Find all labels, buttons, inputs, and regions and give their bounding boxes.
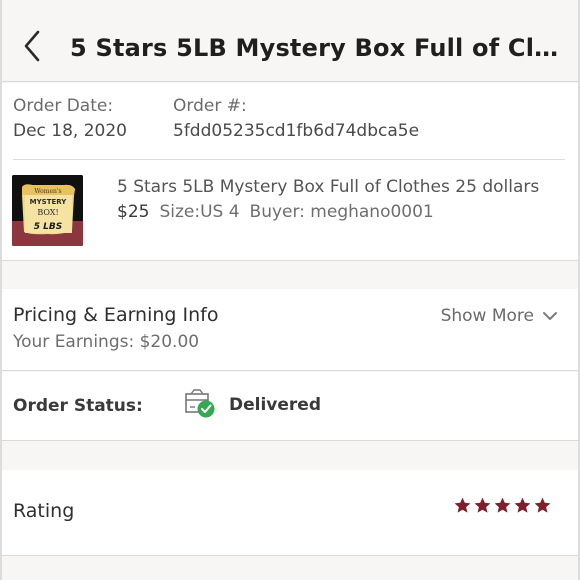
order-status-section: Order Status: Delivered bbox=[0, 372, 580, 441]
thumb-text-3: BOX! bbox=[37, 208, 58, 217]
star-icon bbox=[474, 497, 491, 513]
pricing-section: Pricing & Earning Info Your Earnings: $2… bbox=[0, 289, 580, 371]
item-details: $25 Size:US 4 Buyer: meghano0001 bbox=[117, 202, 434, 222]
rating-stars bbox=[453, 496, 552, 515]
rating-label: Rating bbox=[13, 500, 75, 522]
back-button[interactable] bbox=[14, 26, 50, 66]
item-title[interactable]: 5 Stars 5LB Mystery Box Full of Clothes … bbox=[117, 177, 539, 197]
section-gap bbox=[0, 442, 580, 470]
show-more-label: Show More bbox=[440, 306, 534, 326]
chevron-left-icon bbox=[24, 30, 40, 62]
app-header: 5 Stars 5LB Mystery Box Full of Clothes … bbox=[0, 0, 580, 82]
pricing-title: Pricing & Earning Info bbox=[13, 304, 219, 326]
thumb-text-2: MYSTERY bbox=[30, 198, 68, 206]
star-icon bbox=[454, 497, 471, 513]
order-date-label: Order Date: bbox=[13, 96, 114, 116]
divider bbox=[13, 159, 565, 160]
item-buyer: Buyer: meghano0001 bbox=[249, 202, 434, 222]
earnings-text: Your Earnings: $20.00 bbox=[13, 332, 200, 352]
item-size: Size:US 4 bbox=[159, 202, 240, 222]
section-gap bbox=[0, 261, 580, 289]
thumb-text-1: Women's bbox=[34, 188, 61, 195]
show-more-button[interactable]: Show More bbox=[441, 306, 558, 326]
item-thumbnail[interactable]: Women's MYSTERY BOX! 5 LBS bbox=[12, 175, 83, 246]
order-number-label: Order #: bbox=[173, 96, 247, 116]
order-status-value: Delivered bbox=[229, 395, 321, 415]
chevron-down-icon bbox=[543, 312, 557, 320]
order-details: Order Date: Dec 18, 2020 Order #: 5fdd05… bbox=[0, 83, 580, 261]
star-icon bbox=[534, 497, 551, 513]
order-date-value: Dec 18, 2020 bbox=[13, 121, 128, 141]
mystery-box-image: Women's MYSTERY BOX! 5 LBS bbox=[12, 175, 83, 246]
star-icon bbox=[494, 497, 511, 513]
order-number-value: 5fdd05235cd1fb6d74dbca5e bbox=[173, 121, 420, 141]
order-status-label: Order Status: bbox=[13, 396, 143, 416]
package-delivered-icon bbox=[184, 388, 218, 420]
star-icon bbox=[514, 497, 531, 513]
thumb-text-4: 5 LBS bbox=[34, 222, 62, 232]
page-title: 5 Stars 5LB Mystery Box Full of Clothes … bbox=[70, 34, 570, 62]
item-price: $25 bbox=[117, 202, 150, 222]
rating-section: Rating bbox=[0, 470, 580, 556]
